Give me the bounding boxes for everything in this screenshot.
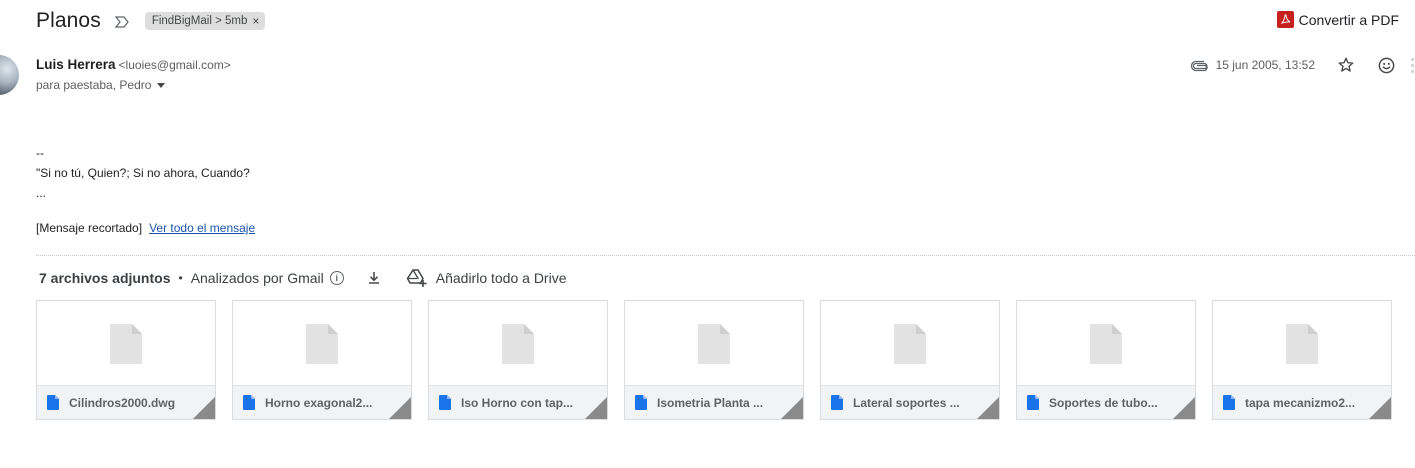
attachment-card[interactable]: Isometria Planta ... <box>624 300 804 420</box>
scanned-by-gmail-text: Analizados por Gmail <box>190 270 324 286</box>
label-chip[interactable]: FindBigMail > 5mb × <box>144 12 266 30</box>
view-full-message-link[interactable]: Ver todo el mensaje <box>149 221 255 235</box>
document-icon <box>831 395 843 410</box>
recipients-text: para paestaba, Pedro <box>36 78 152 92</box>
attachment-preview <box>1017 301 1195 387</box>
generic-file-icon <box>306 324 338 364</box>
recipients-dropdown[interactable]: para paestaba, Pedro <box>36 78 166 92</box>
body-line: -- <box>36 146 44 160</box>
attachment-footer: Cilindros2000.dwg <box>37 385 215 419</box>
attachment-card[interactable]: Soportes de tubo... <box>1016 300 1196 420</box>
generic-file-icon <box>1090 324 1122 364</box>
info-icon[interactable]: i <box>329 271 344 285</box>
document-icon <box>243 395 255 410</box>
attachment-preview <box>625 301 803 387</box>
attachments-header: 7 archivos adjuntos • Analizados por Gma… <box>39 268 567 288</box>
attachment-preview <box>37 301 215 387</box>
sender-email: <luoies@gmail.com> <box>118 58 231 72</box>
more-options-icon[interactable] <box>1409 54 1415 76</box>
attachment-name: Horno exagonal2... <box>265 395 373 410</box>
document-icon <box>47 395 59 410</box>
attachment-card[interactable]: Cilindros2000.dwg <box>36 300 216 420</box>
label-chip-text: FindBigMail > 5mb <box>151 15 248 27</box>
corner-fold-icon <box>977 397 999 419</box>
convert-to-pdf-label: Convertir a PDF <box>1298 11 1399 28</box>
document-icon <box>635 395 647 410</box>
attachment-name: Isometria Planta ... <box>657 395 764 410</box>
email-subject: Planos <box>36 9 101 32</box>
add-all-to-drive-button[interactable]: Añadirlo todo a Drive <box>406 268 567 288</box>
attachment-footer: Iso Horno con tap... <box>429 385 607 419</box>
message-date: 15 jun 2005, 13:52 <box>1215 58 1315 72</box>
attachment-footer: Lateral soportes ... <box>821 385 999 419</box>
corner-fold-icon <box>1369 397 1391 419</box>
trimmed-message-row: [Mensaje recortado] Ver todo el mensaje <box>36 221 255 235</box>
message-body: -- "Si no tú, Quien?; Si no ahora, Cuand… <box>36 143 250 203</box>
attachment-name: Iso Horno con tap... <box>461 395 574 410</box>
attachments-count: 7 archivos adjuntos <box>39 270 171 286</box>
corner-fold-icon <box>585 397 607 419</box>
body-line: "Si no tú, Quien?; Si no ahora, Cuando? <box>36 166 250 180</box>
caret-down-icon <box>157 82 166 88</box>
separator-dot: • <box>178 271 183 285</box>
attachment-footer: Horno exagonal2... <box>233 385 411 419</box>
attachment-name: Soportes de tubo... <box>1049 395 1158 410</box>
star-icon[interactable] <box>1335 54 1357 76</box>
attachment-name: Cilindros2000.dwg <box>69 395 176 410</box>
attachment-footer: tapa mecanizmo2... <box>1213 385 1391 419</box>
attachment-clip-icon <box>1190 59 1209 72</box>
download-all-icon[interactable] <box>366 270 382 286</box>
attachments-list: Cilindros2000.dwg Horno exagonal2... Iso… <box>36 300 1392 420</box>
generic-file-icon <box>894 324 926 364</box>
attachment-footer: Soportes de tubo... <box>1017 385 1195 419</box>
attachment-card[interactable]: Lateral soportes ... <box>820 300 1000 420</box>
attachment-card[interactable]: Horno exagonal2... <box>232 300 412 420</box>
document-icon <box>439 395 451 410</box>
corner-fold-icon <box>781 397 803 419</box>
remove-label-icon[interactable]: × <box>252 14 259 28</box>
emoji-reaction-icon[interactable] <box>1375 54 1397 76</box>
attachment-preview <box>1213 301 1391 387</box>
attachment-name: Lateral soportes ... <box>853 395 960 410</box>
corner-fold-icon <box>389 397 411 419</box>
corner-fold-icon <box>1173 397 1195 419</box>
sender-name[interactable]: Luis Herrera <box>36 57 116 72</box>
pdf-icon <box>1276 11 1294 28</box>
drive-add-icon <box>406 268 428 288</box>
generic-file-icon <box>698 324 730 364</box>
important-marker-icon[interactable] <box>114 15 129 28</box>
add-all-to-drive-label: Añadirlo todo a Drive <box>435 270 567 286</box>
generic-file-icon <box>502 324 534 364</box>
generic-file-icon <box>110 324 142 364</box>
divider <box>36 255 1415 256</box>
subject-row: Planos FindBigMail > 5mb × <box>36 8 266 34</box>
message-meta: 15 jun 2005, 13:52 <box>1190 54 1415 76</box>
attachment-name: tapa mecanizmo2... <box>1245 395 1356 410</box>
attachment-footer: Isometria Planta ... <box>625 385 803 419</box>
attachment-card[interactable]: Iso Horno con tap... <box>428 300 608 420</box>
corner-fold-icon <box>193 397 215 419</box>
sender-row: Luis Herrera <luoies@gmail.com> <box>36 57 231 72</box>
body-line: ... <box>36 186 47 200</box>
attachment-preview <box>429 301 607 387</box>
attachment-preview <box>821 301 999 387</box>
attachment-preview <box>233 301 411 387</box>
trimmed-label: [Mensaje recortado] <box>36 221 143 235</box>
sender-avatar[interactable] <box>0 55 19 95</box>
attachment-card[interactable]: tapa mecanizmo2... <box>1212 300 1392 420</box>
generic-file-icon <box>1286 324 1318 364</box>
document-icon <box>1027 395 1039 410</box>
document-icon <box>1223 395 1235 410</box>
convert-to-pdf-button[interactable]: Convertir a PDF <box>1276 11 1399 28</box>
